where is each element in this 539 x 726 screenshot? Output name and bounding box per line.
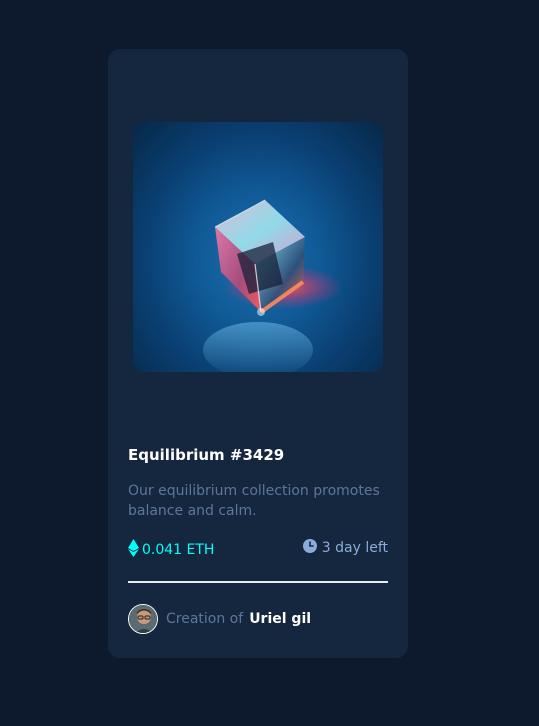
price-info: 0.041 ETH xyxy=(128,539,214,561)
time-left-value: 3 day left xyxy=(321,540,388,556)
time-info: 3 day left xyxy=(302,539,388,557)
ethereum-icon xyxy=(128,539,139,561)
clock-icon xyxy=(302,539,317,557)
creator-label: Creation of xyxy=(166,611,244,627)
divider xyxy=(128,581,388,583)
nft-description: Our equilibrium collection promotes bala… xyxy=(128,483,380,519)
nft-image[interactable] xyxy=(133,122,383,372)
nft-title[interactable]: Equilibrium #3429 xyxy=(128,446,284,464)
avatar xyxy=(128,604,158,634)
creator-row: Creation of Uriel gil xyxy=(128,604,311,634)
nft-card: Equilibrium #3429 Our equilibrium collec… xyxy=(108,49,408,658)
cube-illustration xyxy=(203,199,343,372)
creator-name-link[interactable]: Uriel gil xyxy=(249,611,311,627)
price-value: 0.041 ETH xyxy=(142,542,215,558)
